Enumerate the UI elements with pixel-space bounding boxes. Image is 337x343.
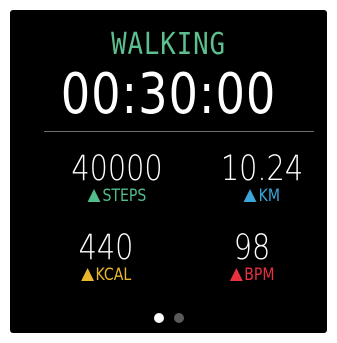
steps-unit-row: STEPS — [57, 186, 177, 206]
page-indicator[interactable] — [10, 308, 327, 323]
heart-rate-value: 98 — [233, 228, 271, 268]
page-dot-1[interactable] — [153, 313, 164, 323]
stat-calories: 440 KCAL — [41, 229, 171, 285]
distance-value: 10.24 — [220, 149, 304, 189]
heart-rate-unit-label: BPM — [244, 265, 275, 285]
stat-heart-rate: 98 BPM — [187, 229, 317, 285]
stat-distance: 10.24 KM — [197, 150, 327, 206]
calories-unit-label: KCAL — [95, 265, 132, 285]
page-dot-2[interactable] — [173, 313, 184, 323]
calories-value: 440 — [78, 228, 134, 268]
elapsed-timer: 00:30:00 — [60, 62, 277, 127]
divider — [44, 131, 314, 132]
triangle-icon — [243, 189, 257, 202]
heart-rate-unit-row: BPM — [192, 265, 312, 285]
activity-title: WALKING — [111, 27, 226, 62]
triangle-icon — [229, 268, 243, 281]
distance-unit-label: KM — [258, 186, 281, 206]
distance-unit-row: KM — [202, 186, 322, 206]
steps-value: 40000 — [71, 149, 163, 189]
calories-unit-row: KCAL — [46, 265, 166, 285]
triangle-icon — [80, 268, 94, 281]
watch-screen: WALKING 00:30:00 40000 STEPS 10.24 KM 44… — [10, 10, 327, 333]
triangle-icon — [87, 189, 101, 202]
stat-steps: 40000 STEPS — [52, 150, 182, 206]
steps-unit-label: STEPS — [102, 186, 147, 206]
